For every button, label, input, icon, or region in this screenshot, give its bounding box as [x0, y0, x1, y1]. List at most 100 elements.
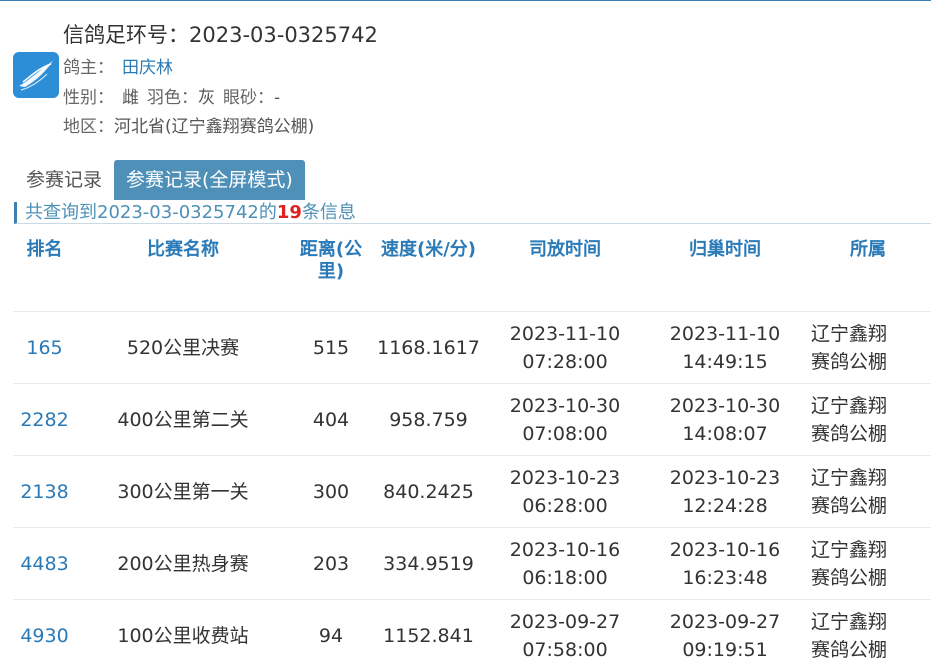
- attributes-line: 性别： 雌羽色：灰 眼砂：-: [63, 83, 280, 108]
- distance-cell: 404: [290, 383, 372, 456]
- col-header-club[interactable]: 所属: [805, 225, 931, 312]
- col-header-distance[interactable]: 距离(公里): [290, 225, 372, 312]
- tab-records-fullscreen[interactable]: 参赛记录(全屏模式): [114, 160, 305, 200]
- distance-cell: 94: [290, 599, 372, 667]
- pigeon-logo-icon: [13, 52, 59, 98]
- tab-records[interactable]: 参赛记录: [14, 160, 115, 200]
- club-cell: 辽宁鑫翔 赛鸽公棚: [805, 311, 931, 384]
- arrival-cell: 2023-10-16 16:23:48: [645, 527, 805, 600]
- speed-cell: 334.9519: [372, 527, 485, 600]
- arrival-time: 16:23:48: [682, 566, 768, 589]
- table-row[interactable]: 4930 100公里收费站 94 1152.841 2023-09-27 07:5…: [13, 599, 931, 667]
- arrival-date: 2023-11-10: [669, 322, 781, 345]
- table-header-row: 排名 比赛名称 距离(公里) 速度(米/分) 司放时间 归巢时间 所属: [13, 225, 931, 312]
- records-table: 排名 比赛名称 距离(公里) 速度(米/分) 司放时间 归巢时间 所属 165 …: [13, 225, 931, 667]
- rank-cell[interactable]: 4483: [13, 527, 76, 600]
- arrival-cell: 2023-09-27 09:19:51: [645, 599, 805, 667]
- release-time: 07:08:00: [522, 422, 608, 445]
- release-date: 2023-10-23: [509, 466, 621, 489]
- arrival-time: 14:08:07: [682, 422, 768, 445]
- rank-cell[interactable]: 2138: [13, 455, 76, 528]
- release-date: 2023-09-27: [509, 610, 621, 633]
- table-row[interactable]: 2138 300公里第一关 300 840.2425 2023-10-23 06:…: [13, 455, 931, 528]
- region-value: 河北省(辽宁鑫翔赛鸽公棚): [114, 117, 315, 137]
- club-line2: 赛鸽公棚: [811, 422, 888, 445]
- speed-cell: 1152.841: [372, 599, 485, 667]
- gender-label: 性别：: [63, 88, 114, 108]
- speed-cell: 1168.1617: [372, 311, 485, 384]
- arrival-date: 2023-10-30: [669, 394, 781, 417]
- summary-count: 19: [276, 202, 302, 223]
- col-header-rank[interactable]: 排名: [13, 225, 76, 312]
- region-line: 地区：河北省(辽宁鑫翔赛鸽公棚): [63, 112, 314, 137]
- arrival-cell: 2023-10-23 12:24:28: [645, 455, 805, 528]
- release-date: 2023-10-30: [509, 394, 621, 417]
- club-cell: 辽宁鑫翔 赛鸽公棚: [805, 527, 931, 600]
- race-cell: 100公里收费站: [76, 599, 290, 667]
- owner-link[interactable]: 田庆林: [122, 58, 173, 78]
- release-time: 07:58:00: [522, 638, 608, 661]
- rank-cell[interactable]: 4930: [13, 599, 76, 667]
- region-label: 地区：: [63, 117, 114, 137]
- arrival-date: 2023-09-27: [669, 610, 781, 633]
- club-line1: 辽宁鑫翔: [811, 538, 888, 561]
- arrival-time: 12:24:28: [682, 494, 768, 517]
- club-line1: 辽宁鑫翔: [811, 322, 888, 345]
- club-line1: 辽宁鑫翔: [811, 394, 888, 417]
- table-row[interactable]: 165 520公里决赛 515 1168.1617 2023-11-10 07:2…: [13, 311, 931, 384]
- release-date: 2023-11-10: [509, 322, 621, 345]
- release-time: 07:28:00: [522, 350, 608, 373]
- race-cell: 300公里第一关: [76, 455, 290, 528]
- arrival-time: 09:19:51: [682, 638, 768, 661]
- col-header-arrival-time[interactable]: 归巢时间: [645, 225, 805, 312]
- release-time: 06:18:00: [522, 566, 608, 589]
- rank-cell[interactable]: 165: [13, 311, 76, 384]
- release-cell: 2023-10-16 06:18:00: [485, 527, 645, 600]
- club-line1: 辽宁鑫翔: [811, 610, 888, 633]
- club-cell: 辽宁鑫翔 赛鸽公棚: [805, 599, 931, 667]
- release-date: 2023-10-16: [509, 538, 621, 561]
- col-header-race[interactable]: 比赛名称: [76, 225, 290, 312]
- col-header-speed[interactable]: 速度(米/分): [372, 225, 485, 312]
- col-header-release-time[interactable]: 司放时间: [485, 225, 645, 312]
- eye-label: 眼砂：: [223, 88, 274, 108]
- tab-bar: 参赛记录 参赛记录(全屏模式): [14, 160, 305, 200]
- color-label: 羽色：: [147, 88, 198, 108]
- arrival-time: 14:49:15: [682, 350, 768, 373]
- club-line2: 赛鸽公棚: [811, 566, 888, 589]
- distance-cell: 203: [290, 527, 372, 600]
- club-line1: 辽宁鑫翔: [811, 466, 888, 489]
- club-line2: 赛鸽公棚: [811, 638, 888, 661]
- summary-prefix: 共查询到2023-03-0325742的: [25, 202, 277, 223]
- eye-value: -: [274, 88, 281, 108]
- release-time: 06:28:00: [522, 494, 608, 517]
- arrival-cell: 2023-10-30 14:08:07: [645, 383, 805, 456]
- results-summary: 共查询到2023-03-0325742的19条信息: [14, 202, 931, 224]
- owner-label: 鸽主：: [63, 58, 114, 78]
- speed-cell: 958.759: [372, 383, 485, 456]
- arrival-cell: 2023-11-10 14:49:15: [645, 311, 805, 384]
- ring-label: 信鸽足环号：: [63, 23, 189, 47]
- race-cell: 520公里决赛: [76, 311, 290, 384]
- page: 信鸽足环号：2023-03-0325742 鸽主： 田庆林 性别： 雌羽色：灰 眼砂：…: [0, 0, 931, 667]
- club-line2: 赛鸽公棚: [811, 350, 888, 373]
- table-row[interactable]: 4483 200公里热身赛 203 334.9519 2023-10-16 06:…: [13, 527, 931, 600]
- release-cell: 2023-11-10 07:28:00: [485, 311, 645, 384]
- rank-cell[interactable]: 2282: [13, 383, 76, 456]
- distance-cell: 300: [290, 455, 372, 528]
- release-cell: 2023-10-23 06:28:00: [485, 455, 645, 528]
- owner-line: 鸽主： 田庆林: [63, 53, 173, 78]
- arrival-date: 2023-10-23: [669, 466, 781, 489]
- race-cell: 200公里热身赛: [76, 527, 290, 600]
- distance-cell: 515: [290, 311, 372, 384]
- summary-suffix: 条信息: [301, 202, 356, 223]
- speed-cell: 840.2425: [372, 455, 485, 528]
- club-line2: 赛鸽公棚: [811, 494, 888, 517]
- release-cell: 2023-09-27 07:58:00: [485, 599, 645, 667]
- table-row[interactable]: 2282 400公里第二关 404 958.759 2023-10-30 07:0…: [13, 383, 931, 456]
- arrival-date: 2023-10-16: [669, 538, 781, 561]
- club-cell: 辽宁鑫翔 赛鸽公棚: [805, 455, 931, 528]
- race-cell: 400公里第二关: [76, 383, 290, 456]
- color-value: 灰: [198, 88, 215, 108]
- release-cell: 2023-10-30 07:08:00: [485, 383, 645, 456]
